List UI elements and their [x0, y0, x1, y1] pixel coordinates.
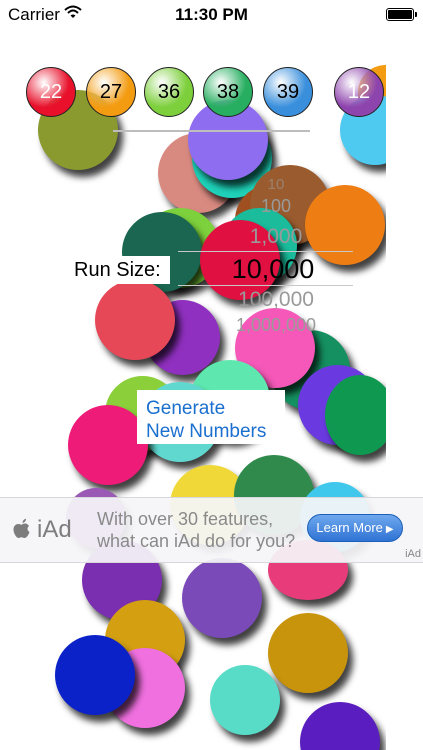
divider-line — [113, 130, 310, 132]
ball-number: 12 — [347, 80, 371, 103]
battery-icon — [386, 8, 417, 21]
lottery-balls: 22 27 36 38 39 12 — [0, 67, 423, 123]
run-size-label: Run Size: — [70, 256, 170, 284]
lottery-ball: 38 — [203, 67, 253, 117]
iad-banner[interactable]: iAd With over 30 features, what can iAd … — [0, 497, 423, 563]
ball-number: 38 — [216, 80, 240, 103]
generate-new-numbers-button[interactable]: Generate New Numbers — [137, 390, 285, 444]
lottery-ball: 39 — [263, 67, 313, 117]
iad-logo-text: iAd — [37, 516, 72, 543]
play-arrow-icon: ▶ — [385, 524, 394, 535]
lottery-ball: 22 — [26, 67, 76, 117]
apple-icon — [13, 518, 30, 538]
generate-button-line1: Generate — [146, 397, 226, 419]
ad-message-line1: With over 30 features, — [97, 509, 274, 529]
picker-option[interactable]: 100 — [216, 196, 336, 217]
iad-tag: iAd — [405, 548, 421, 560]
picker-selection-line — [178, 285, 353, 286]
picker-option[interactable]: 100,000 — [216, 288, 336, 312]
picker-option[interactable]: 10 — [216, 176, 336, 193]
run-size-picker-selected[interactable]: 10,000 — [208, 254, 338, 285]
iad-logo: iAd — [12, 516, 72, 544]
ad-message-line2: what can iAd do for you? — [97, 531, 296, 551]
clock: 11:30 PM — [175, 5, 248, 24]
ball-number: 39 — [276, 80, 300, 103]
ball-number: 36 — [157, 80, 181, 103]
picker-selection-line — [178, 251, 353, 252]
lottery-ball: 36 — [144, 67, 194, 117]
lottery-ball: 12 — [334, 67, 384, 117]
lottery-ball: 27 — [86, 67, 136, 117]
generate-button-line2: New Numbers — [146, 420, 267, 442]
picker-option[interactable]: 1,000 — [216, 225, 336, 249]
learn-more-button[interactable]: Learn More ▶ — [307, 514, 403, 542]
learn-more-label: Learn More — [316, 520, 383, 535]
ball-number: 27 — [99, 80, 123, 103]
status-bar: Carrier 11:30 PM — [0, 0, 423, 30]
picker-option[interactable]: 1,000,000 — [216, 315, 336, 336]
ad-message: With over 30 features, what can iAd do f… — [97, 508, 307, 552]
ball-number: 22 — [39, 80, 63, 103]
